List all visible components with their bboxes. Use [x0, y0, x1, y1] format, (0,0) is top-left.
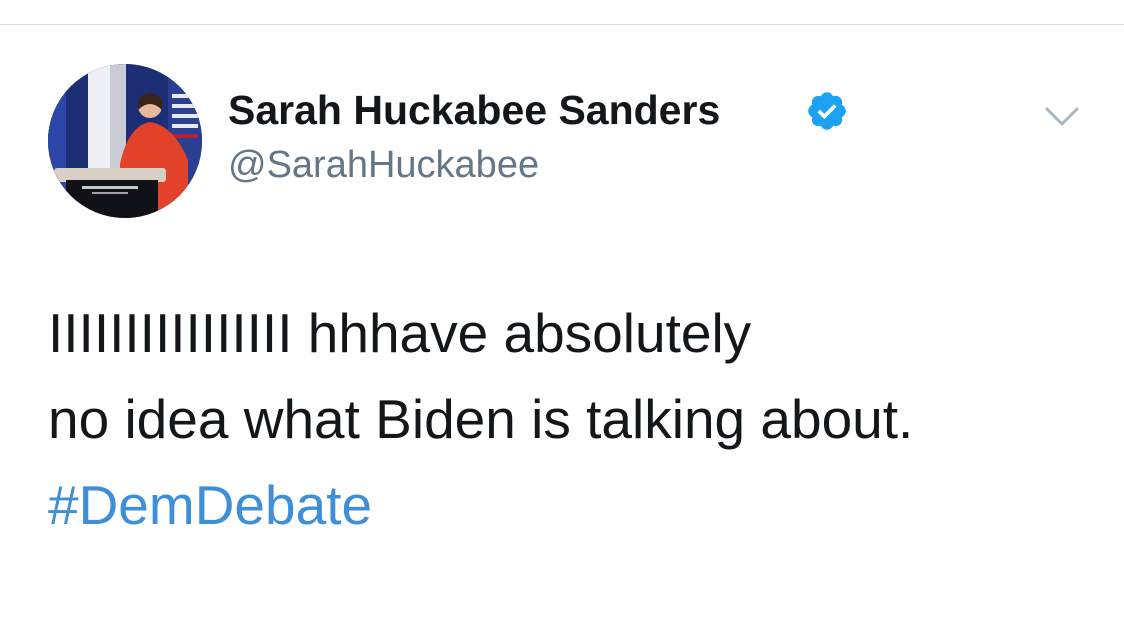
hashtag-link[interactable]: #DemDebate	[48, 462, 372, 548]
chevron-down-icon[interactable]	[1040, 100, 1084, 136]
tweet-text-line: IIIIIIIIIIIIIIII hhhave absolutely	[48, 302, 752, 364]
tweet-text: IIIIIIIIIIIIIIII hhhave absolutely no id…	[48, 290, 1088, 548]
author-display-name[interactable]: Sarah Huckabee Sanders	[228, 84, 720, 136]
tweet-text-line: no idea what Biden is talking about.	[48, 388, 914, 450]
author-handle[interactable]: @SarahHuckabee	[228, 141, 539, 189]
profile-photo-icon	[48, 64, 202, 218]
avatar[interactable]	[48, 64, 202, 218]
top-divider	[0, 24, 1124, 25]
verified-badge-icon	[808, 92, 846, 130]
